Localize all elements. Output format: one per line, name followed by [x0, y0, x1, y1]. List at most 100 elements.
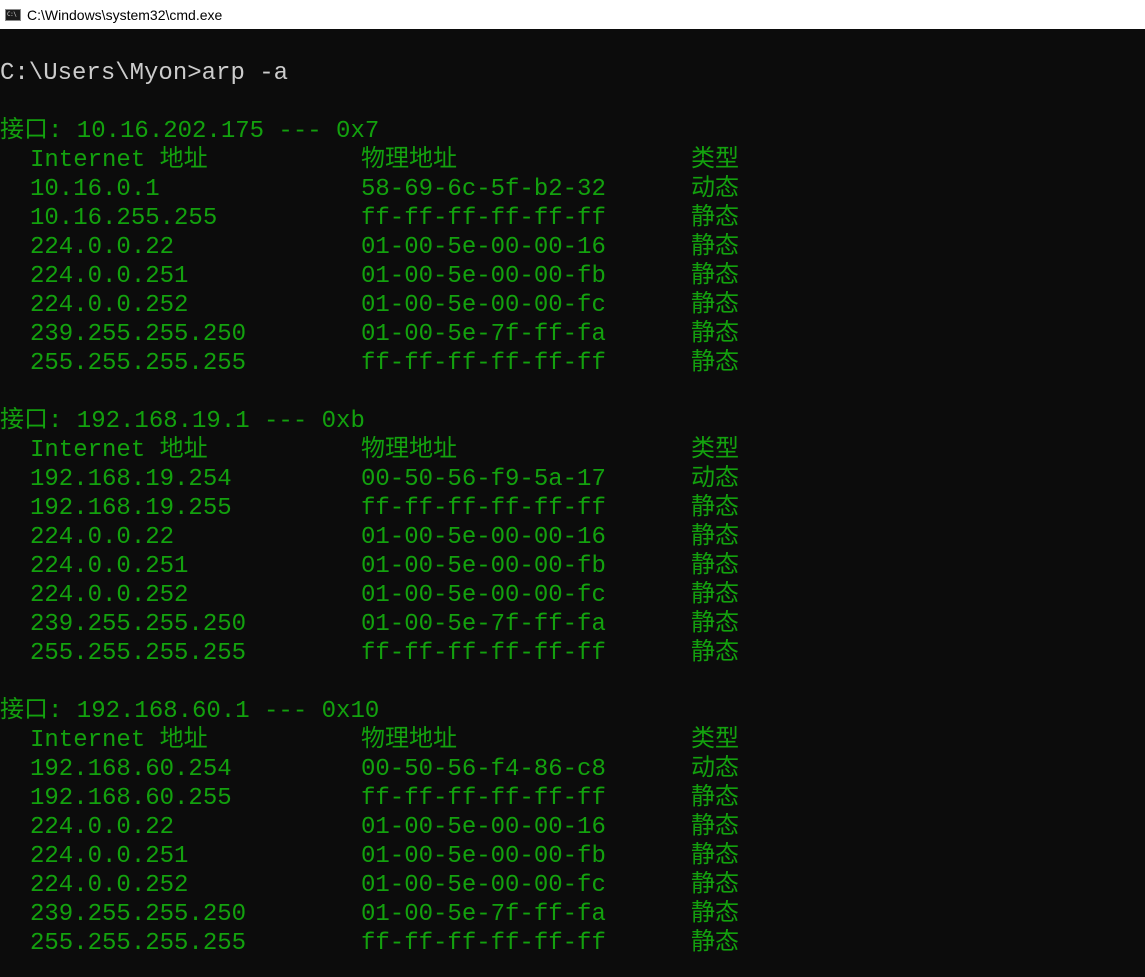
- entry-type: 静态: [691, 524, 739, 551]
- arp-entry-row: 224.0.0.22 01-00-5e-00-00-16 静态: [0, 813, 1145, 842]
- ip-address: 224.0.0.252: [30, 582, 189, 609]
- ip-address: 192.168.19.255: [30, 495, 232, 522]
- mac-address: 01-00-5e-00-00-16: [361, 814, 606, 841]
- mac-address: 58-69-6c-5f-b2-32: [361, 176, 606, 203]
- interface-header: 接口: 192.168.60.1 --- 0x10: [0, 698, 380, 725]
- entry-type: 动态: [691, 176, 739, 203]
- entry-type: 静态: [691, 553, 739, 580]
- column-header-row: Internet 地址 物理地址 类型: [0, 726, 1145, 755]
- mac-address: 01-00-5e-7f-ff-fa: [361, 321, 606, 348]
- ip-address: 239.255.255.250: [30, 611, 247, 638]
- column-header-row: Internet 地址 物理地址 类型: [0, 436, 1145, 465]
- console-output[interactable]: C:\Users\Myon>arp -a 接口: 10.16.202.175 --…: [0, 29, 1145, 977]
- entry-type: 静态: [691, 611, 739, 638]
- mac-address: ff-ff-ff-ff-ff-ff: [361, 350, 606, 377]
- mac-address: 01-00-5e-7f-ff-fa: [361, 901, 606, 928]
- mac-address: ff-ff-ff-ff-ff-ff: [361, 930, 606, 957]
- window-title: C:\Windows\system32\cmd.exe: [27, 6, 223, 23]
- entry-type: 静态: [691, 263, 739, 290]
- ip-address: 10.16.255.255: [30, 205, 218, 232]
- interface-header: 接口: 10.16.202.175 --- 0x7: [0, 118, 380, 145]
- arp-entry-row: 224.0.0.251 01-00-5e-00-00-fb 静态: [0, 552, 1145, 581]
- column-header-physical-address: 物理地址: [361, 147, 457, 174]
- mac-address: 01-00-5e-00-00-16: [361, 234, 606, 261]
- ip-address: 192.168.19.254: [30, 466, 232, 493]
- column-header-type: 类型: [691, 727, 739, 754]
- ip-address: 255.255.255.255: [30, 930, 247, 957]
- ip-address: 224.0.0.251: [30, 263, 189, 290]
- console-icon[interactable]: C:\: [5, 8, 21, 21]
- column-header-internet-address: Internet 地址: [30, 727, 208, 754]
- mac-address: 00-50-56-f4-86-c8: [361, 756, 606, 783]
- entry-type: 静态: [691, 350, 739, 377]
- column-header-internet-address: Internet 地址: [30, 147, 208, 174]
- arp-entry-row: 10.16.0.1 58-69-6c-5f-b2-32 动态: [0, 175, 1145, 204]
- mac-address: 01-00-5e-00-00-fc: [361, 872, 606, 899]
- ip-address: 239.255.255.250: [30, 321, 247, 348]
- arp-entry-row: 10.16.255.255 ff-ff-ff-ff-ff-ff 静态: [0, 204, 1145, 233]
- ip-address: 224.0.0.251: [30, 553, 189, 580]
- arp-entry-row: 224.0.0.251 01-00-5e-00-00-fb 静态: [0, 842, 1145, 871]
- ip-address: 255.255.255.255: [30, 350, 247, 377]
- column-header-internet-address: Internet 地址: [30, 437, 208, 464]
- entry-type: 静态: [691, 785, 739, 812]
- arp-entry-row: 192.168.19.254 00-50-56-f9-5a-17 动态: [0, 465, 1145, 494]
- arp-entry-row: 192.168.60.255 ff-ff-ff-ff-ff-ff 静态: [0, 784, 1145, 813]
- mac-address: 01-00-5e-7f-ff-fa: [361, 611, 606, 638]
- arp-entry-row: 224.0.0.22 01-00-5e-00-00-16 静态: [0, 233, 1145, 262]
- arp-entry-row: 192.168.60.254 00-50-56-f4-86-c8 动态: [0, 755, 1145, 784]
- ip-address: 224.0.0.22: [30, 234, 175, 261]
- mac-address: ff-ff-ff-ff-ff-ff: [361, 495, 606, 522]
- entry-type: 静态: [691, 901, 739, 928]
- column-header-physical-address: 物理地址: [361, 727, 457, 754]
- ip-address: 192.168.60.254: [30, 756, 232, 783]
- entry-type: 静态: [691, 495, 739, 522]
- mac-address: 01-00-5e-00-00-16: [361, 524, 606, 551]
- mac-address: 01-00-5e-00-00-fb: [361, 843, 606, 870]
- interface-header: 接口: 192.168.19.1 --- 0xb: [0, 408, 365, 435]
- entry-type: 静态: [691, 814, 739, 841]
- ip-address: 192.168.60.255: [30, 785, 232, 812]
- arp-entry-row: 224.0.0.252 01-00-5e-00-00-fc 静态: [0, 291, 1145, 320]
- entry-type: 动态: [691, 466, 739, 493]
- arp-entry-row: 224.0.0.22 01-00-5e-00-00-16 静态: [0, 523, 1145, 552]
- ip-address: 10.16.0.1: [30, 176, 160, 203]
- ip-address: 255.255.255.255: [30, 640, 247, 667]
- arp-entry-row: 239.255.255.250 01-00-5e-7f-ff-fa 静态: [0, 320, 1145, 349]
- entry-type: 静态: [691, 205, 739, 232]
- entry-type: 静态: [691, 872, 739, 899]
- column-header-row: Internet 地址 物理地址 类型: [0, 146, 1145, 175]
- arp-entry-row: 239.255.255.250 01-00-5e-7f-ff-fa 静态: [0, 900, 1145, 929]
- mac-address: ff-ff-ff-ff-ff-ff: [361, 640, 606, 667]
- ip-address: 239.255.255.250: [30, 901, 247, 928]
- arp-entry-row: 224.0.0.252 01-00-5e-00-00-fc 静态: [0, 871, 1145, 900]
- column-header-type: 类型: [691, 437, 739, 464]
- mac-address: 01-00-5e-00-00-fb: [361, 553, 606, 580]
- entry-type: 静态: [691, 234, 739, 261]
- cmd-window: C:\ C:\Windows\system32\cmd.exe C:\Users…: [0, 0, 1145, 977]
- ip-address: 224.0.0.252: [30, 872, 189, 899]
- title-bar[interactable]: C:\ C:\Windows\system32\cmd.exe: [0, 0, 1145, 29]
- ip-address: 224.0.0.251: [30, 843, 189, 870]
- mac-address: ff-ff-ff-ff-ff-ff: [361, 205, 606, 232]
- command-prompt-line: C:\Users\Myon>arp -a: [0, 60, 289, 87]
- mac-address: 01-00-5e-00-00-fc: [361, 292, 606, 319]
- mac-address: ff-ff-ff-ff-ff-ff: [361, 785, 606, 812]
- arp-entry-row: 255.255.255.255 ff-ff-ff-ff-ff-ff 静态: [0, 349, 1145, 378]
- mac-address: 01-00-5e-00-00-fb: [361, 263, 606, 290]
- mac-address: 00-50-56-f9-5a-17: [361, 466, 606, 493]
- ip-address: 224.0.0.22: [30, 524, 175, 551]
- mac-address: 01-00-5e-00-00-fc: [361, 582, 606, 609]
- arp-entry-row: 224.0.0.252 01-00-5e-00-00-fc 静态: [0, 581, 1145, 610]
- entry-type: 静态: [691, 843, 739, 870]
- arp-entry-row: 255.255.255.255 ff-ff-ff-ff-ff-ff 静态: [0, 639, 1145, 668]
- entry-type: 静态: [691, 582, 739, 609]
- column-header-type: 类型: [691, 147, 739, 174]
- entry-type: 静态: [691, 930, 739, 957]
- arp-entry-row: 192.168.19.255 ff-ff-ff-ff-ff-ff 静态: [0, 494, 1145, 523]
- entry-type: 动态: [691, 756, 739, 783]
- column-header-physical-address: 物理地址: [361, 437, 457, 464]
- arp-entry-row: 255.255.255.255 ff-ff-ff-ff-ff-ff 静态: [0, 929, 1145, 958]
- entry-type: 静态: [691, 292, 739, 319]
- ip-address: 224.0.0.252: [30, 292, 189, 319]
